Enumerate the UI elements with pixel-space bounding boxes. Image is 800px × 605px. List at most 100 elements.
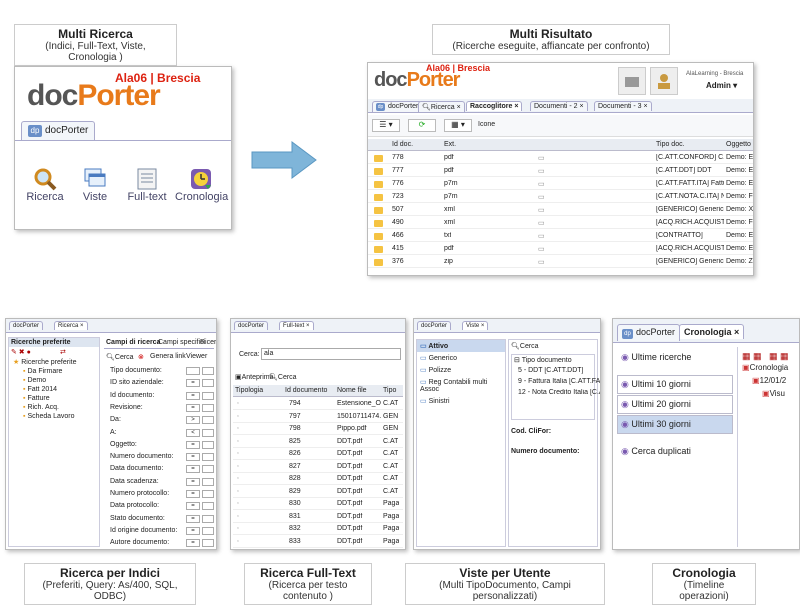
refresh-button[interactable]: ⟳: [408, 119, 436, 132]
cerca-button[interactable]: 🔍︎Cerca: [511, 342, 539, 350]
close-icon[interactable]: ×: [580, 103, 584, 110]
tree-item[interactable]: ▪ Fatt 2014: [9, 385, 99, 394]
col-tipo[interactable]: Tipo: [383, 387, 396, 394]
table-row[interactable]: ▫ 827 DDT.pdf C.AT: [233, 461, 403, 473]
operator-select[interactable]: =: [186, 539, 200, 548]
field-input[interactable]: [202, 526, 214, 535]
field-input[interactable]: [202, 539, 214, 548]
cronologia-item[interactable]: ◉ Ultimi 30 giorni: [617, 415, 733, 434]
tab-fulltext[interactable]: Full-text ×: [279, 321, 314, 330]
col-id[interactable]: Id doc.: [392, 141, 413, 148]
table-row[interactable]: 776 p7m [C.ATT.FATT.ITA] Fattu...Demo: Ese…: [368, 178, 753, 190]
col-id[interactable]: Id documento: [285, 387, 327, 394]
tab-docporter[interactable]: dp docPorter: [21, 121, 96, 140]
list-item[interactable]: ▭ Attivo: [417, 340, 505, 352]
tree-item[interactable]: ▪ Da Firmare: [9, 367, 99, 376]
col-oggetto[interactable]: Oggetto: [726, 141, 751, 148]
col-tipologia[interactable]: Tipologia: [235, 387, 263, 394]
operator-select[interactable]: =: [186, 465, 200, 474]
viste-button[interactable]: Viste: [75, 167, 115, 203]
field-input[interactable]: [202, 490, 214, 498]
table-row[interactable]: ▫ 798 Pippo.pdf GEN: [233, 423, 403, 435]
field-input[interactable]: [202, 403, 214, 412]
tab-campi-specifici[interactable]: Campi specifici: [158, 339, 205, 346]
user-button[interactable]: [650, 67, 678, 95]
genera-link-button[interactable]: Genera link: [150, 353, 186, 360]
tab-cronologia[interactable]: Cronologia ×: [679, 324, 745, 339]
list-item[interactable]: ▭ Reg Contabili multi Assoc: [417, 376, 505, 395]
cronologia-button[interactable]: Cronologia: [175, 167, 228, 203]
table-row[interactable]: ▫ 797 15010711474... GEN: [233, 411, 403, 423]
field-input[interactable]: [202, 514, 214, 523]
tab-docporter[interactable]: docPorter: [234, 321, 269, 330]
tab-ricerca[interactable]: Ricerca ×: [54, 321, 88, 330]
tree-root[interactable]: ★ Ricerche preferite: [9, 357, 99, 367]
tree-item[interactable]: ▣Cronologia: [742, 363, 788, 372]
close-icon[interactable]: ×: [457, 104, 461, 111]
field-input[interactable]: [202, 379, 214, 388]
cerca-button[interactable]: 🔍︎Cerca: [269, 373, 297, 381]
operator-select[interactable]: =: [186, 490, 200, 498]
table-row[interactable]: ▫ 829 DDT.pdf C.AT: [233, 486, 403, 498]
field-input[interactable]: [202, 477, 214, 486]
table-row[interactable]: ▫ 830 DDT.pdf Paga: [233, 498, 403, 510]
view-button[interactable]: ▦ ▾: [444, 119, 472, 132]
type-item[interactable]: 12 - Nota Credito Italia [C.ATT.: [518, 389, 600, 396]
field-input[interactable]: [202, 416, 214, 425]
field-input[interactable]: [202, 453, 214, 462]
tree-toolbar[interactable]: ✎ ✖ ● ⇄: [9, 347, 99, 357]
anteprima-button[interactable]: ▣Anteprima: [235, 373, 274, 381]
user-menu[interactable]: Admin ▾: [706, 81, 737, 90]
operator-select[interactable]: >: [186, 416, 200, 425]
close-icon[interactable]: ×: [644, 103, 648, 110]
cronologia-item[interactable]: ◉ Cerca duplicati: [617, 442, 733, 461]
table-row[interactable]: ▫ 832 DDT.pdf Paga: [233, 523, 403, 535]
tab-raccoglitore[interactable]: Raccoglitore ×: [466, 101, 523, 111]
tree-item[interactable]: ▪ Rich. Acq.: [9, 403, 99, 412]
cronologia-item[interactable]: ◉ Ultime ricerche: [617, 348, 733, 367]
operator-select[interactable]: =: [186, 391, 200, 400]
field-input[interactable]: [202, 428, 214, 437]
col-nome-file[interactable]: Nome file: [337, 387, 367, 394]
table-row[interactable]: 466 txt [CONTRATTO] Demo: Ese ▭: [368, 230, 753, 242]
field-input[interactable]: [202, 440, 214, 449]
table-row[interactable]: 723 p7m [C.ATT.NOTA.C.ITA] N...Demo: Firm ▭: [368, 191, 753, 203]
field-input[interactable]: [202, 502, 214, 511]
search-input[interactable]: ala: [261, 348, 401, 360]
tab-documenti-3[interactable]: Documenti - 3 ×: [594, 101, 652, 111]
operator-select[interactable]: =: [186, 403, 200, 412]
clear-button[interactable]: ⊗: [138, 353, 144, 361]
tab-docporter[interactable]: dp docPorter: [617, 324, 681, 341]
tree-item[interactable]: ▣Visu: [762, 389, 785, 398]
cerca-button[interactable]: 🔍︎Cerca: [106, 353, 134, 361]
inbox-button[interactable]: [618, 67, 646, 95]
field-input[interactable]: [202, 367, 214, 375]
tab-docporter[interactable]: docPorter: [417, 321, 452, 330]
menu-button[interactable]: ☰ ▾: [372, 119, 400, 132]
tab-documenti-2[interactable]: Documenti - 2 ×: [530, 101, 588, 111]
type-item[interactable]: 9 - Fattura Italia [C.ATT.FATT.I: [518, 378, 600, 385]
table-row[interactable]: 778 pdf [C.ATT.CONFORD] C...Demo: Ese ▭: [368, 152, 753, 164]
tab-docporter[interactable]: dp docPorter: [372, 101, 423, 112]
close-icon[interactable]: ×: [514, 103, 518, 110]
table-row[interactable]: 376 zip [GENERICO] GenericoDemo: Zip ▭: [368, 256, 753, 268]
tree-item[interactable]: ▪ Scheda Lavoro: [9, 412, 99, 421]
tab-campi-ricerca[interactable]: Campi di ricerca: [106, 339, 160, 346]
table-row[interactable]: ▫ 826 DDT.pdf C.AT: [233, 448, 403, 460]
field-input[interactable]: [202, 391, 214, 400]
tab-ricerche[interactable]: Ricer: [200, 339, 216, 346]
cronologia-item[interactable]: ◉ Ultimi 10 giorni: [617, 375, 733, 394]
type-item[interactable]: 5 - DDT [C.ATT.DDT]: [518, 367, 600, 374]
operator-select[interactable]: =: [186, 477, 200, 486]
table-row[interactable]: ▫ 828 DDT.pdf C.AT: [233, 473, 403, 485]
table-row[interactable]: 490 xml [ACQ.RICH.ACQUIST...Demo: Fatt ▭: [368, 217, 753, 229]
table-row[interactable]: 415 pdf [ACQ.RICH.ACQUIST...Demo: Ese ▭: [368, 243, 753, 255]
operator-select[interactable]: =: [186, 453, 200, 462]
operator-select[interactable]: =: [186, 502, 200, 511]
operator-select[interactable]: [186, 367, 200, 375]
operator-select[interactable]: =: [186, 440, 200, 449]
table-row[interactable]: 507 xml [GENERICO] GenericoDemo: XMl ▭: [368, 204, 753, 216]
table-row[interactable]: ▫ 825 DDT.pdf C.AT: [233, 436, 403, 448]
operator-select[interactable]: <: [186, 428, 200, 437]
col-tipo[interactable]: Tipo doc.: [656, 141, 685, 148]
